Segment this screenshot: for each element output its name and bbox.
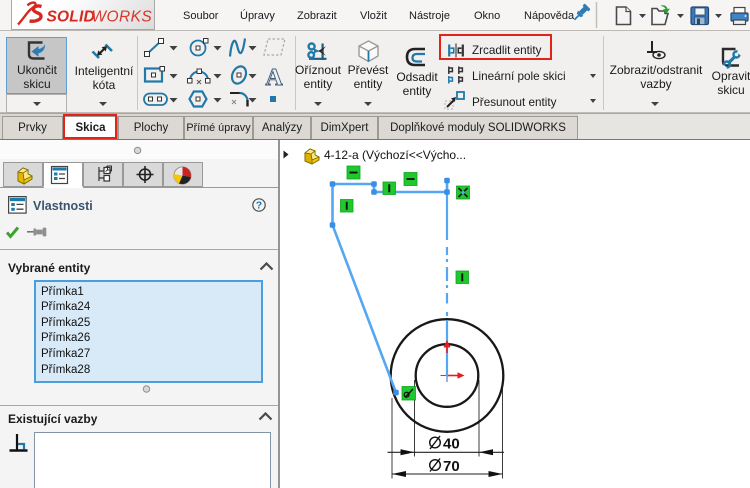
svg-text:A: A xyxy=(265,65,283,91)
svg-text:WORKS: WORKS xyxy=(92,9,153,26)
svg-text:?: ? xyxy=(256,200,262,212)
svg-text:4-12-a (Výchozí<<Výcho...: 4-12-a (Výchozí<<Výcho... xyxy=(324,148,466,162)
svg-text:70: 70 xyxy=(443,458,460,475)
svg-text:40: 40 xyxy=(443,436,460,453)
svg-text:SOLID: SOLID xyxy=(47,9,95,26)
